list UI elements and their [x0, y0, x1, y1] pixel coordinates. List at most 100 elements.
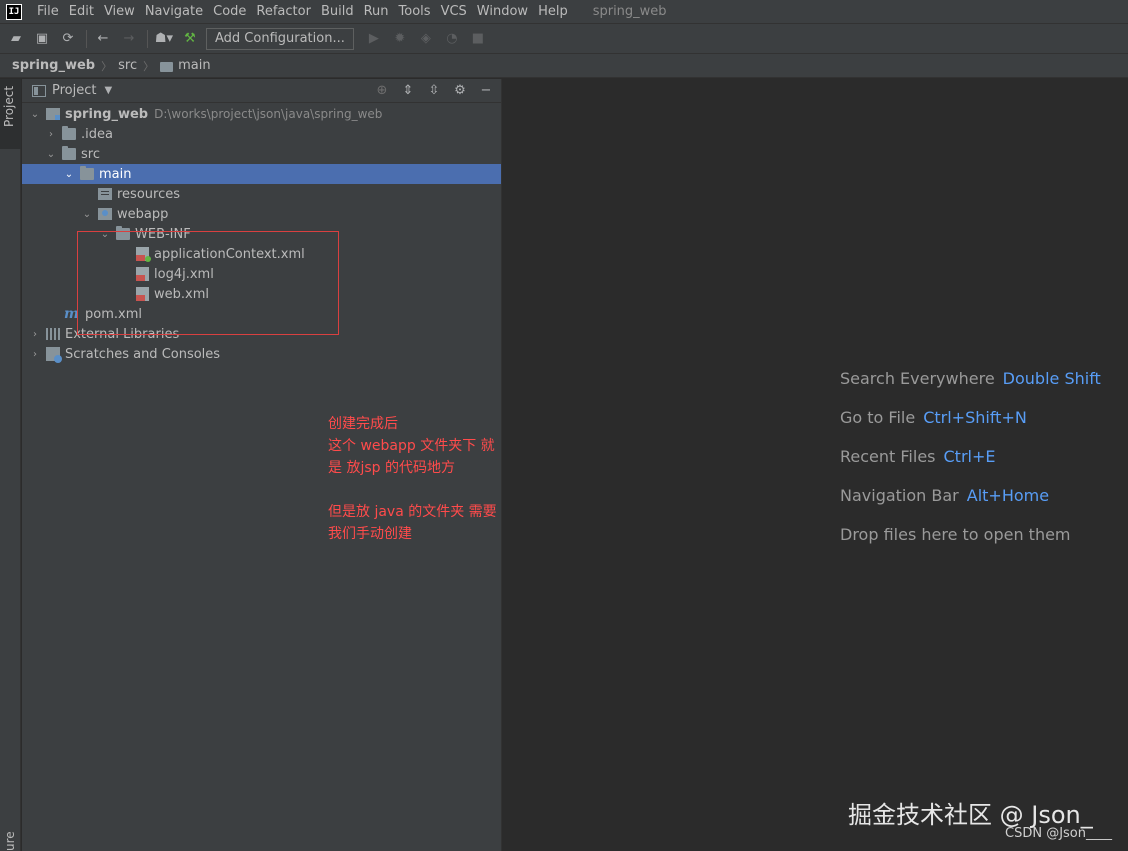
folder-icon: [62, 146, 76, 160]
menu-view[interactable]: View: [99, 0, 140, 23]
watermark-csdn: CSDN @Json____: [1005, 826, 1112, 841]
breadcrumb-project[interactable]: spring_web: [12, 58, 95, 73]
hint-label: Drop files here to open them: [840, 525, 1071, 544]
collapse-all-icon[interactable]: ⇳: [425, 82, 443, 100]
gear-icon[interactable]: ⚙: [451, 82, 469, 100]
folder-icon: [80, 166, 94, 180]
locate-target-icon[interactable]: ⊕: [373, 82, 391, 100]
chevron-down-icon[interactable]: ⌄: [62, 169, 76, 180]
annotation-line: 创建完成后: [328, 416, 398, 432]
stop-icon[interactable]: ■: [468, 29, 488, 49]
project-panel-header: Project ▼ ⊕ ⇕ ⇳ ⚙ −: [22, 79, 501, 103]
tree-item-label: .idea: [81, 126, 113, 142]
project-panel: Project ▼ ⊕ ⇕ ⇳ ⚙ − ⌄ spring_web D:\work…: [22, 79, 501, 851]
chevron-right-icon: 〉: [101, 59, 113, 73]
folder-icon: [160, 61, 174, 72]
coverage-icon[interactable]: ◈: [416, 29, 436, 49]
scratches-icon: [46, 347, 62, 363]
project-path: D:\works\project\json\java\spring_web: [154, 107, 383, 121]
web-folder-icon: [98, 208, 112, 220]
navigation-breadcrumb: spring_web 〉 src 〉 main: [0, 54, 1128, 78]
tree-item-label: spring_web: [65, 106, 149, 122]
tree-item-spring-web[interactable]: ⌄ spring_web D:\works\project\json\java\…: [22, 104, 501, 124]
menu-bar: IJ File Edit View Navigate Code Refactor…: [0, 0, 1128, 23]
open-folder-icon[interactable]: ▰: [6, 29, 26, 49]
hint-navigation-bar: Navigation Bar Alt+Home: [840, 486, 1101, 525]
hint-shortcut[interactable]: Double Shift: [1003, 369, 1101, 388]
run-icon[interactable]: ▶: [364, 29, 384, 49]
tree-item-label: main: [99, 166, 132, 182]
hint-go-to-file: Go to File Ctrl+Shift+N: [840, 408, 1101, 447]
structure-tab-label[interactable]: ure: [3, 831, 17, 851]
project-view-icon: [32, 84, 46, 97]
editor-hints: Search Everywhere Double Shift Go to File…: [840, 369, 1101, 564]
profile-icon[interactable]: ◔: [442, 29, 462, 49]
module-folder-icon: [46, 108, 60, 120]
menu-build[interactable]: Build: [316, 0, 359, 23]
breadcrumb-main[interactable]: main: [178, 58, 210, 73]
chevron-down-icon[interactable]: ⌄: [80, 209, 94, 220]
tree-item-label: webapp: [117, 206, 169, 222]
hide-panel-icon[interactable]: −: [477, 82, 495, 100]
tree-item-main[interactable]: ⌄ main: [22, 164, 501, 184]
tree-item-webapp[interactable]: ⌄ webapp: [22, 204, 501, 224]
tree-item-label: Scratches and Consoles: [65, 346, 221, 362]
intellij-logo-icon: IJ: [6, 3, 22, 20]
libraries-icon: [46, 328, 60, 340]
chevron-right-icon[interactable]: ›: [44, 129, 58, 140]
build-hammer-icon[interactable]: ⚒: [180, 29, 200, 49]
menu-window[interactable]: Window: [472, 0, 533, 23]
chevron-down-icon[interactable]: ⌄: [44, 149, 58, 160]
chevron-right-icon: 〉: [143, 59, 155, 73]
hint-shortcut[interactable]: Alt+Home: [967, 486, 1049, 505]
back-arrow-icon[interactable]: ←: [93, 29, 113, 49]
resources-folder-icon: [98, 188, 112, 200]
tree-item-src[interactable]: ⌄ src: [22, 144, 501, 164]
hint-label: Navigation Bar: [840, 486, 959, 505]
project-tab-label: Project: [2, 85, 16, 127]
forward-arrow-icon[interactable]: →: [119, 29, 139, 49]
watermark-juejin: 掘金技术社区 @ Json_: [848, 801, 1093, 829]
toolbar-divider: [86, 29, 87, 48]
chevron-down-icon[interactable]: ⌄: [28, 109, 42, 120]
annotation-highlight-box: [77, 231, 339, 335]
menu-help[interactable]: Help: [533, 0, 573, 23]
hint-recent-files: Recent Files Ctrl+E: [840, 447, 1101, 486]
hint-label: Search Everywhere: [840, 369, 995, 388]
menu-edit[interactable]: Edit: [64, 0, 99, 23]
menu-refactor[interactable]: Refactor: [251, 0, 316, 23]
menu-navigate[interactable]: Navigate: [140, 0, 208, 23]
debug-icon[interactable]: ✹: [390, 29, 410, 49]
editor-area: Search Everywhere Double Shift Go to File…: [501, 79, 1128, 851]
vcs-user-icon[interactable]: ☗▾: [154, 29, 174, 49]
expand-all-icon[interactable]: ⇕: [399, 82, 417, 100]
add-configuration-button[interactable]: Add Configuration...: [206, 27, 354, 50]
folder-icon: [62, 126, 76, 140]
breadcrumb-src[interactable]: src: [118, 58, 137, 73]
sync-icon[interactable]: ⟳: [58, 29, 78, 49]
hint-shortcut[interactable]: Ctrl+E: [944, 447, 996, 466]
save-icon[interactable]: ▣: [32, 29, 52, 49]
menu-file[interactable]: File: [32, 0, 64, 23]
chevron-right-icon[interactable]: ›: [28, 349, 42, 360]
tree-item-label: resources: [117, 186, 181, 202]
tree-item-idea[interactable]: › .idea: [22, 124, 501, 144]
left-tool-strip: Project ure: [0, 79, 21, 851]
project-panel-title[interactable]: Project: [52, 83, 96, 98]
hint-shortcut[interactable]: Ctrl+Shift+N: [923, 408, 1027, 427]
annotation-line: 但是放 java 的文件夹 需要 我们手动创建: [328, 504, 497, 542]
menu-tools[interactable]: Tools: [394, 0, 436, 23]
project-tool-tab[interactable]: Project: [0, 79, 21, 149]
annotation-line: 这个 webapp 文件夹下 就是 放jsp 的代码地方: [328, 438, 495, 476]
hint-label: Go to File: [840, 408, 916, 427]
annotation-note: 创建完成后 这个 webapp 文件夹下 就是 放jsp 的代码地方 但是放 j…: [328, 413, 501, 545]
chevron-right-icon[interactable]: ›: [28, 329, 42, 340]
tree-item-resources[interactable]: resources: [22, 184, 501, 204]
menu-vcs[interactable]: VCS: [436, 0, 472, 23]
chevron-down-icon[interactable]: ▼: [104, 85, 112, 96]
menu-code[interactable]: Code: [208, 0, 251, 23]
window-title: spring_web: [592, 4, 667, 19]
hint-label: Recent Files: [840, 447, 936, 466]
tree-item-scratches[interactable]: › Scratches and Consoles: [22, 344, 501, 364]
menu-run[interactable]: Run: [359, 0, 394, 23]
